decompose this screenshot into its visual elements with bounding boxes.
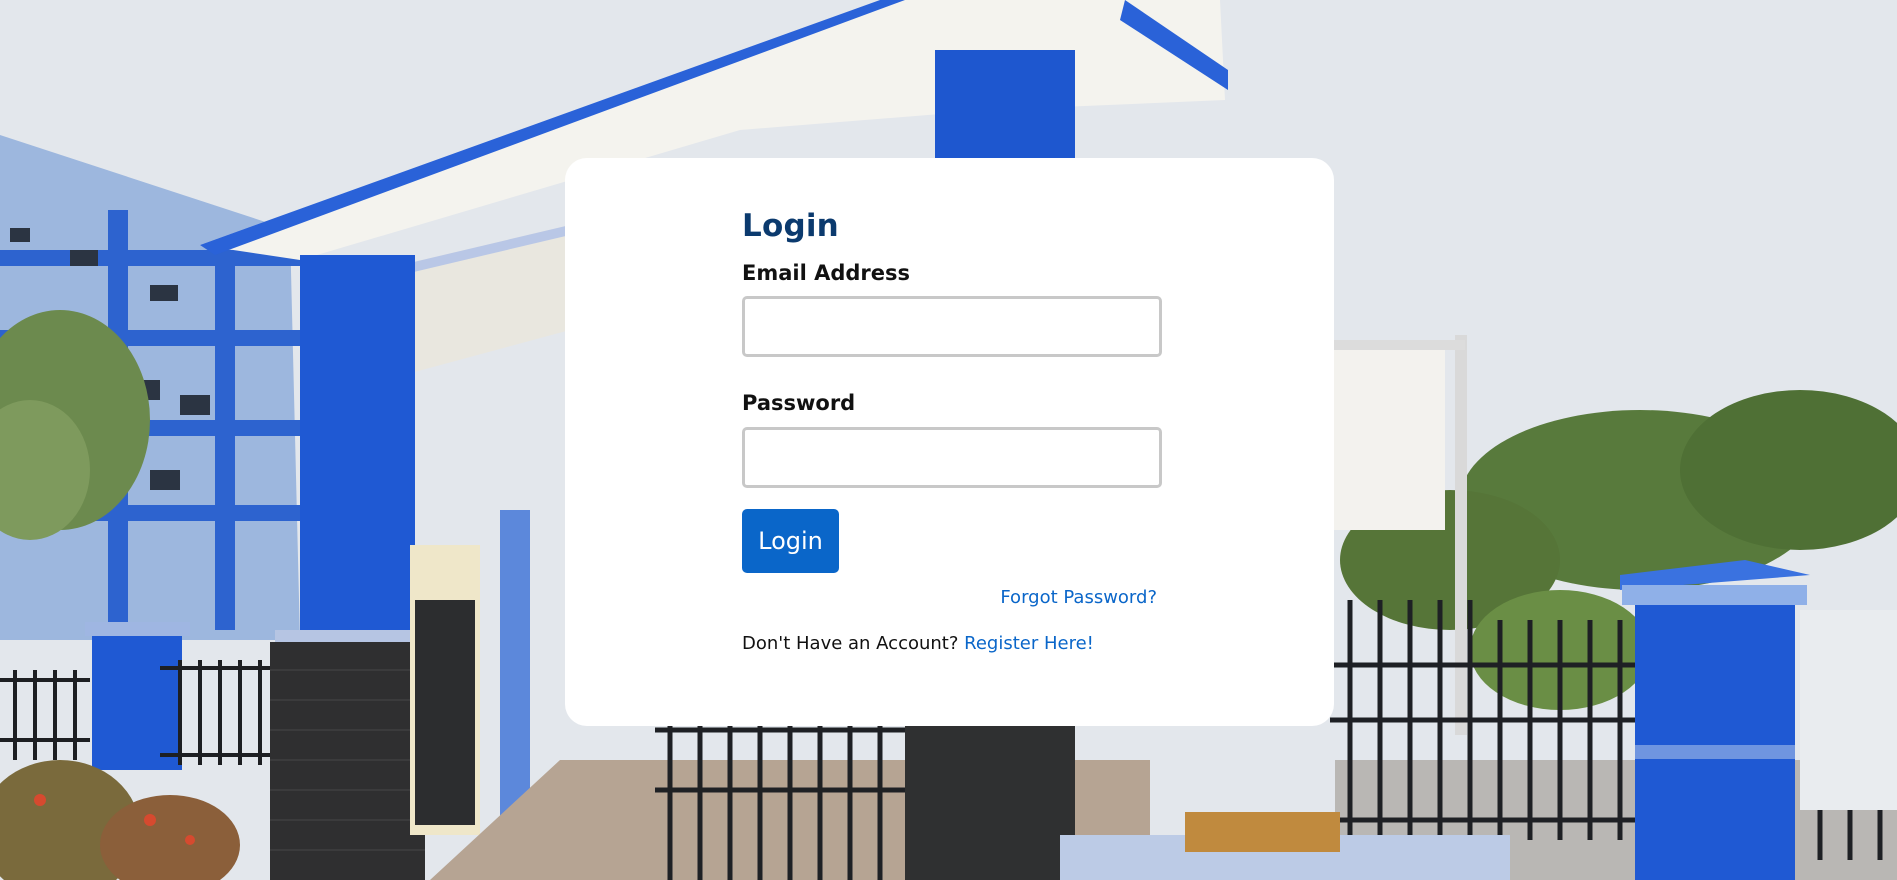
password-field[interactable] <box>742 426 1162 488</box>
forgot-password-link[interactable]: Forgot Password? <box>742 587 1162 608</box>
register-link[interactable]: Register Here! <box>964 633 1094 654</box>
password-label: Password <box>742 391 856 416</box>
login-title: Login <box>742 208 839 244</box>
email-label: Email Address <box>742 261 911 286</box>
login-form: Login Email Address Password Login Forgo… <box>742 208 1162 654</box>
login-card: Login Email Address Password Login Forgo… <box>565 158 1334 726</box>
email-field[interactable] <box>742 296 1162 358</box>
login-button[interactable]: Login <box>742 508 839 573</box>
no-account-text: Don't Have an Account? <box>742 632 959 654</box>
register-prompt: Don't Have an Account? Register Here! <box>742 633 1162 654</box>
